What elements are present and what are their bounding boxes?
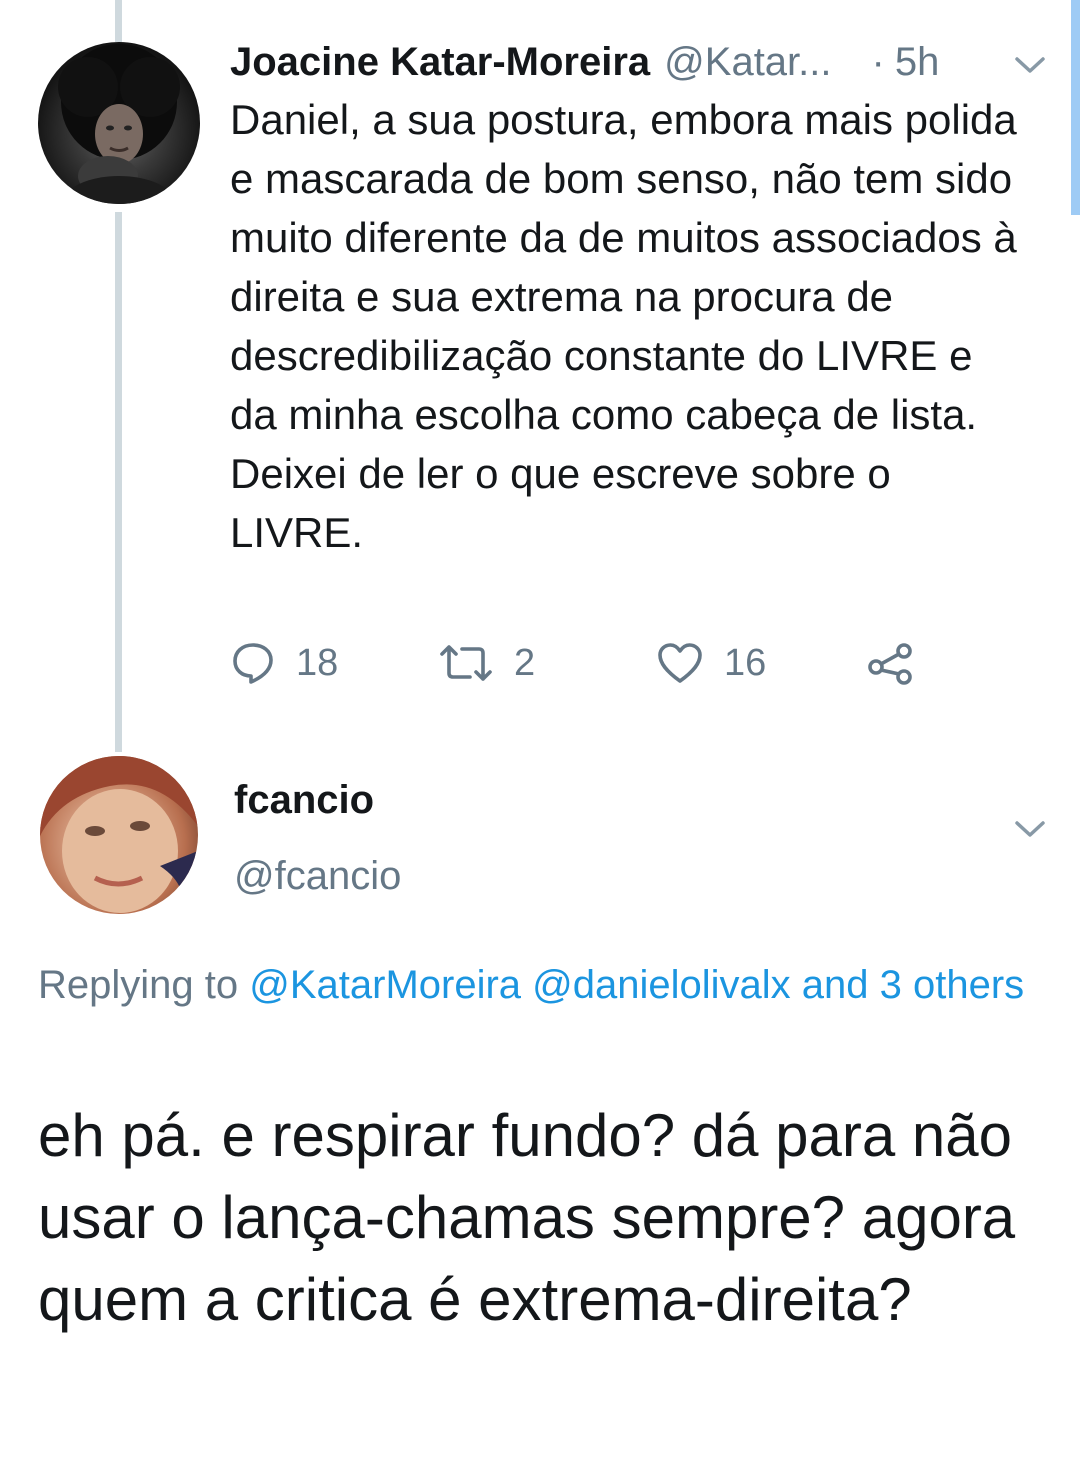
chevron-down-icon[interactable] bbox=[1013, 818, 1047, 840]
thread-connector-line bbox=[115, 0, 122, 42]
reply-button[interactable]: 18 bbox=[230, 636, 338, 690]
author-handle[interactable]: @fcancio bbox=[234, 854, 401, 899]
retweet-count: 2 bbox=[514, 641, 536, 684]
replying-to-label: Replying to bbox=[38, 963, 250, 1007]
tweet-text: eh pá. e respirar fundo? dá para não usa… bbox=[38, 1102, 1016, 1333]
tweet-header: Joacine Katar-Moreira @Katar... · 5h bbox=[230, 34, 1000, 90]
scroll-indicator[interactable] bbox=[1071, 0, 1080, 215]
separator-dot: · bbox=[871, 39, 885, 84]
tweet-text: Daniel, a sua postura, embora mais polid… bbox=[230, 96, 1017, 556]
tweet-timestamp[interactable]: 5h bbox=[895, 40, 940, 85]
author-name[interactable]: Joacine Katar-Moreira bbox=[230, 40, 650, 85]
share-icon bbox=[866, 641, 916, 685]
thread-connector-line bbox=[115, 212, 122, 752]
like-count: 16 bbox=[724, 641, 767, 684]
retweet-icon bbox=[438, 643, 494, 683]
tweet-actions: 18 2 16 bbox=[230, 636, 950, 690]
replying-to-mentions[interactable]: @KatarMoreira @danielolivalx and 3 other… bbox=[249, 963, 1024, 1007]
retweet-button[interactable]: 2 bbox=[438, 636, 535, 690]
like-button[interactable]: 16 bbox=[656, 636, 766, 690]
replying-to: Replying to @KatarMoreira @danielolivalx… bbox=[38, 956, 1028, 1015]
author-handle[interactable]: @Katar... bbox=[664, 40, 831, 85]
author-name[interactable]: fcancio bbox=[234, 778, 374, 823]
avatar[interactable] bbox=[40, 756, 198, 914]
avatar[interactable] bbox=[38, 42, 200, 204]
avatar-portrait-image bbox=[58, 44, 180, 204]
avatar-portrait-image bbox=[40, 756, 198, 914]
share-button[interactable] bbox=[866, 636, 916, 690]
chevron-down-icon[interactable] bbox=[1013, 54, 1047, 76]
reply-icon bbox=[230, 640, 276, 686]
reply-count: 18 bbox=[296, 641, 339, 684]
heart-icon bbox=[656, 641, 704, 685]
